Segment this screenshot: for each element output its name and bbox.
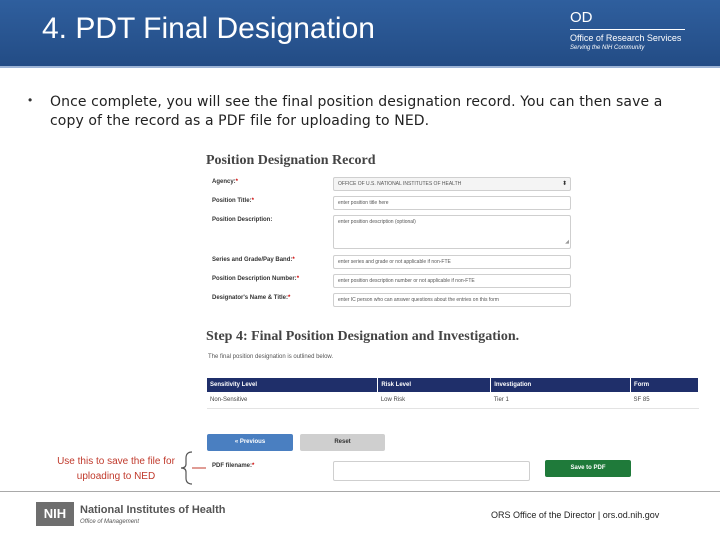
ors-logo: OD Office of Research Services Serving t…: [570, 10, 685, 52]
table-header-row: Sensitivity Level Risk Level Investigati…: [207, 378, 699, 392]
footer-divider: [0, 491, 720, 492]
brace-icon: [180, 451, 206, 485]
table-header: Investigation: [490, 378, 632, 392]
select-caret-icon: ⬍: [561, 181, 567, 187]
position-description-textarea[interactable]: enter position description (optional) ◢: [333, 215, 571, 249]
nih-logo-box: NIH: [36, 502, 74, 526]
series-grade-label: Series and Grade/Pay Band:*: [212, 257, 295, 263]
table-cell: Tier 1: [490, 392, 631, 409]
table-cell: SF 85: [630, 392, 699, 409]
bullet-text: Once complete, you will see the final po…: [50, 94, 663, 129]
table-row: Non-Sensitive Low Risk Tier 1 SF 85: [207, 392, 699, 409]
agency-select[interactable]: OFFICE OF U.S. NATIONAL INSTITUTES OF HE…: [333, 177, 571, 191]
nih-logo-name: National Institutes of Health: [80, 504, 226, 516]
designation-table: Sensitivity Level Risk Level Investigati…: [207, 378, 699, 409]
agency-label: Agency:*: [212, 179, 239, 185]
reset-button[interactable]: Reset: [300, 434, 385, 451]
form-title: Position Designation Record: [206, 153, 376, 168]
step-title: Step 4: Final Position Designation and I…: [206, 329, 520, 344]
slide-header: 4. PDT Final Designation OD Office of Re…: [0, 0, 720, 68]
logo-rule: [570, 29, 685, 30]
pd-number-label: Position Description Number:*: [212, 276, 300, 282]
designator-input[interactable]: enter IC person who can answer questions…: [333, 293, 571, 307]
table-header: Form: [630, 378, 699, 392]
resize-grip-icon[interactable]: ◢: [565, 236, 569, 248]
step-subtitle: The final position designation is outlin…: [208, 354, 334, 360]
logo-office: Office of Research Services: [570, 33, 682, 43]
previous-button[interactable]: « Previous: [207, 434, 293, 451]
position-title-input[interactable]: enter position title here: [333, 196, 571, 210]
logo-od: OD: [570, 9, 593, 26]
pd-number-input[interactable]: enter position description number or not…: [333, 274, 571, 288]
nih-logo-office: Office of Management: [80, 519, 140, 525]
callout-text: Use this to save the file for uploading …: [57, 456, 175, 482]
table-header: Risk Level: [377, 378, 492, 392]
table-cell: Low Risk: [377, 392, 491, 409]
save-to-pdf-button[interactable]: Save to PDF: [545, 460, 631, 477]
designator-label: Designator's Name & Title:*: [212, 295, 291, 301]
table-cell: Non-Sensitive: [207, 392, 378, 409]
footer-text: ORS Office of the Director | ors.od.nih.…: [491, 510, 660, 520]
position-description-label: Position Description:: [212, 217, 273, 223]
pdf-filename-input[interactable]: [333, 461, 530, 481]
bullet-item: • Once complete, you will see the final …: [28, 93, 688, 131]
bullet-icon: •: [28, 93, 33, 107]
position-title-label: Position Title:*: [212, 198, 254, 204]
logo-tagline: Serving the NIH Community: [570, 45, 645, 51]
series-grade-input[interactable]: enter series and grade or not applicable…: [333, 255, 571, 269]
slide-title: 4. PDT Final Designation: [42, 12, 375, 45]
pdf-filename-label: PDF filename:*: [212, 463, 255, 469]
table-header: Sensitivity Level: [207, 378, 379, 392]
